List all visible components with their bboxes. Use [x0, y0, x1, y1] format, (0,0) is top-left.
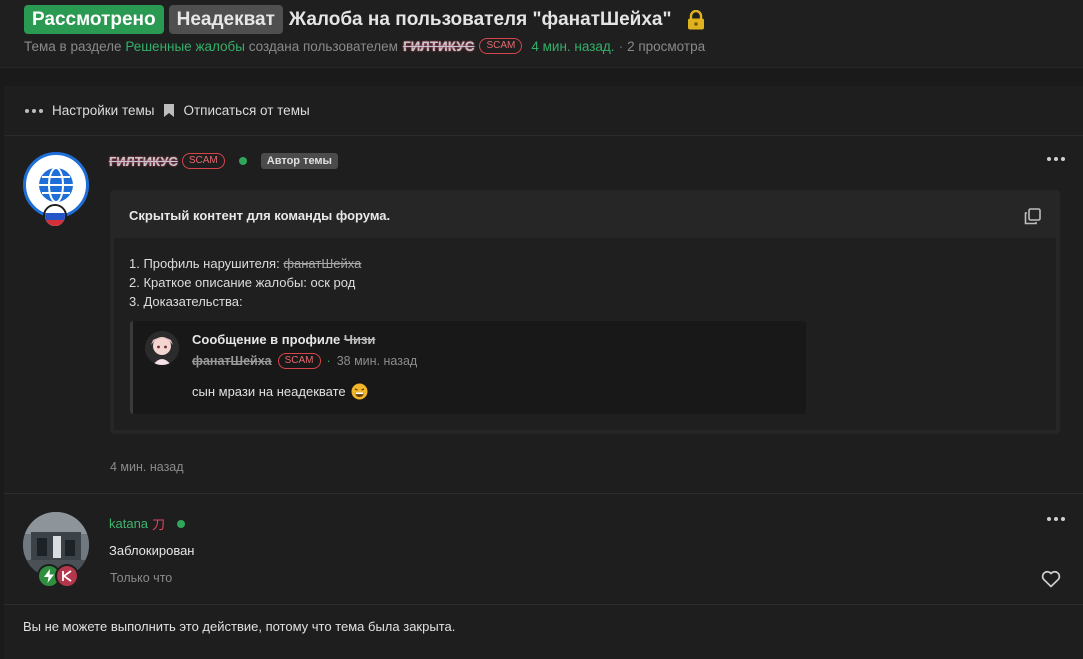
scam-badge: SCAM [277, 353, 321, 369]
hidden-content-block: Скрытый контент для команды форума. 1. П… [110, 190, 1060, 434]
k-badge-icon [55, 564, 79, 588]
thread-settings-button[interactable]: Настройки темы [52, 103, 154, 118]
more-icon[interactable] [25, 108, 43, 113]
complaint-line: 2. Краткое описание жалобы: оск род [129, 275, 356, 290]
post-time[interactable]: Только что [110, 571, 172, 585]
copy-icon[interactable] [1024, 208, 1041, 225]
thread-author-tag: Автор темы [260, 153, 338, 169]
violator-link[interactable]: фанатШейха [283, 256, 361, 271]
profile-post-heading-label: Сообщение в профиле [192, 332, 344, 347]
embedded-profile-post[interactable]: Сообщение в профиле Чизи фанатШейха SCAM… [130, 321, 806, 414]
meta-created-by: создана пользователем [248, 38, 398, 54]
thread-title: Жалоба на пользователя "фанатШейха" [288, 8, 672, 30]
prefix-status-badge[interactable]: Рассмотрено [24, 5, 164, 34]
meta-time-link[interactable]: 4 мин. назад. [531, 39, 614, 54]
hidden-content-body: 1. Профиль нарушителя: фанатШейха 2. Кра… [114, 238, 1056, 430]
online-indicator [238, 157, 247, 165]
title-row: Рассмотрено Неадекват Жалоба на пользова… [24, 5, 705, 34]
flag-badge-icon [43, 204, 67, 228]
globe-icon [39, 167, 73, 203]
meta-author-link[interactable]: ГИЛТИКУС [403, 39, 475, 54]
thread-meta: Тема в разделе Решенные жалобы создана п… [24, 38, 705, 54]
thread-closed-notice: Вы не можете выполнить это действие, пот… [23, 619, 456, 634]
post: ГИЛТИКУС SCAM Автор темы Скрытый контент… [4, 137, 1083, 494]
post-menu-icon[interactable] [1047, 157, 1065, 161]
meta-views: 2 просмотра [627, 38, 706, 54]
bookmark-icon[interactable] [164, 104, 175, 117]
lock-icon [687, 9, 704, 29]
complaint-line: 3. Доказательства: [129, 294, 243, 309]
prefix-type-badge[interactable]: Неадекват [168, 5, 283, 34]
thread-header: Рассмотрено Неадекват Жалоба на пользова… [0, 0, 1083, 68]
meta-separator: · [326, 354, 331, 368]
avatar[interactable] [145, 331, 179, 365]
thread-container: Настройки темы Отписаться от темы ГИЛТИК… [4, 86, 1083, 659]
profile-poster-link[interactable]: фанатШейха [192, 354, 272, 368]
author-glyph: 刀 [152, 517, 166, 532]
complaint-line-label: 1. Профиль нарушителя: [129, 256, 284, 271]
section-link[interactable]: Решенные жалобы [125, 39, 245, 54]
meta-separator: · [618, 38, 624, 54]
complaint-line: 1. Профиль нарушителя: фанатШейха [129, 256, 361, 271]
profile-post-heading: Сообщение в профиле Чизи [192, 332, 375, 347]
post: katana 刀 Заблокирован Только что [4, 495, 1083, 605]
post-author-row: ГИЛТИКУС SCAM Автор темы [109, 153, 338, 169]
hidden-content-title: Скрытый контент для команды форума. [129, 208, 391, 223]
online-indicator [177, 519, 186, 528]
heart-icon[interactable] [1041, 570, 1061, 588]
post-author-row: katana 刀 [109, 514, 199, 533]
profile-owner-link[interactable]: Чизи [344, 332, 376, 347]
profile-post-text: сын мрази на неадеквате [192, 384, 346, 399]
profile-post-time[interactable]: 38 мин. назад [337, 354, 418, 368]
profile-post-message: сын мрази на неадеквате [192, 383, 368, 400]
post-menu-icon[interactable] [1047, 517, 1065, 521]
thread-toolbar: Настройки темы Отписаться от темы [4, 86, 1083, 136]
post-text: Заблокирован [109, 543, 195, 558]
scam-badge: SCAM [181, 153, 225, 169]
unsubscribe-button[interactable]: Отписаться от темы [183, 103, 309, 118]
meta-topic-in: Тема в разделе [24, 38, 122, 54]
anime-avatar-icon [145, 331, 179, 365]
profile-post-meta: фанатШейха SCAM · 38 мин. назад [192, 353, 417, 369]
post-author-name[interactable]: katana [109, 516, 148, 531]
scam-badge: SCAM [479, 38, 523, 54]
post-author-name[interactable]: ГИЛТИКУС [109, 154, 178, 169]
post-time[interactable]: 4 мин. назад [110, 460, 184, 474]
laughing-emoji-icon [351, 383, 368, 400]
